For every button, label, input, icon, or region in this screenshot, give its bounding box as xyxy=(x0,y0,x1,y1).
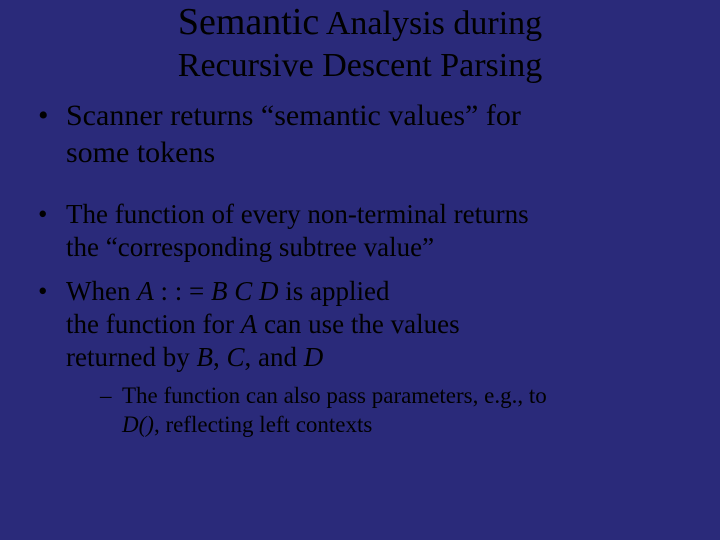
b3-l2b: can use the values xyxy=(257,309,459,339)
title-emph: Semantic xyxy=(178,1,319,43)
b3-c2: , and xyxy=(244,342,303,372)
b3-D: D xyxy=(259,276,279,306)
b3-c1: , xyxy=(213,342,227,372)
b3-mid: : : = xyxy=(154,276,211,306)
bullet-1-line-1: Scanner returns “semantic values” for xyxy=(66,99,521,132)
b3-C2: C xyxy=(226,342,244,372)
b3-l3a: returned by xyxy=(66,342,196,372)
b3-A2: A xyxy=(241,309,258,339)
b3-D2: D xyxy=(304,342,324,372)
bullet-3: When A : : = B C D is applied the functi… xyxy=(30,275,690,439)
title-rest-1: Analysis during xyxy=(319,5,542,42)
sub-a: The function can also pass parameters, e… xyxy=(122,383,547,408)
bullet-list-top: Scanner returns “semantic values” for so… xyxy=(30,98,690,171)
b3-pre: When xyxy=(66,276,137,306)
b3-B2: B xyxy=(196,342,213,372)
b3-C: C xyxy=(234,276,252,306)
b3-B: B xyxy=(211,276,228,306)
b3-post1: is applied xyxy=(278,276,389,306)
sub-bullet-1: The function can also pass parameters, e… xyxy=(100,382,690,440)
title-line-2: Recursive Descent Parsing xyxy=(178,47,542,84)
sub-bullet-list: The function can also pass parameters, e… xyxy=(66,382,690,440)
slide-title: Semantic Analysis during Recursive Desce… xyxy=(30,0,690,86)
gap xyxy=(30,184,690,198)
b3-A: A xyxy=(137,276,154,306)
b3-l2a: the function for xyxy=(66,309,241,339)
bullet-2-line-2: the “corresponding subtree value” xyxy=(66,232,434,262)
bullet-2: The function of every non-terminal retur… xyxy=(30,198,690,264)
bullet-2-line-1: The function of every non-terminal retur… xyxy=(66,199,529,229)
b3-sp2 xyxy=(252,276,259,306)
slide: Semantic Analysis during Recursive Desce… xyxy=(0,0,720,440)
bullet-list-body: The function of every non-terminal retur… xyxy=(30,198,690,440)
bullet-1: Scanner returns “semantic values” for so… xyxy=(30,98,690,171)
sub-b: , reflecting left contexts xyxy=(154,412,372,437)
bullet-1-line-2: some tokens xyxy=(66,136,215,169)
sub-Dfn: D() xyxy=(122,412,154,437)
